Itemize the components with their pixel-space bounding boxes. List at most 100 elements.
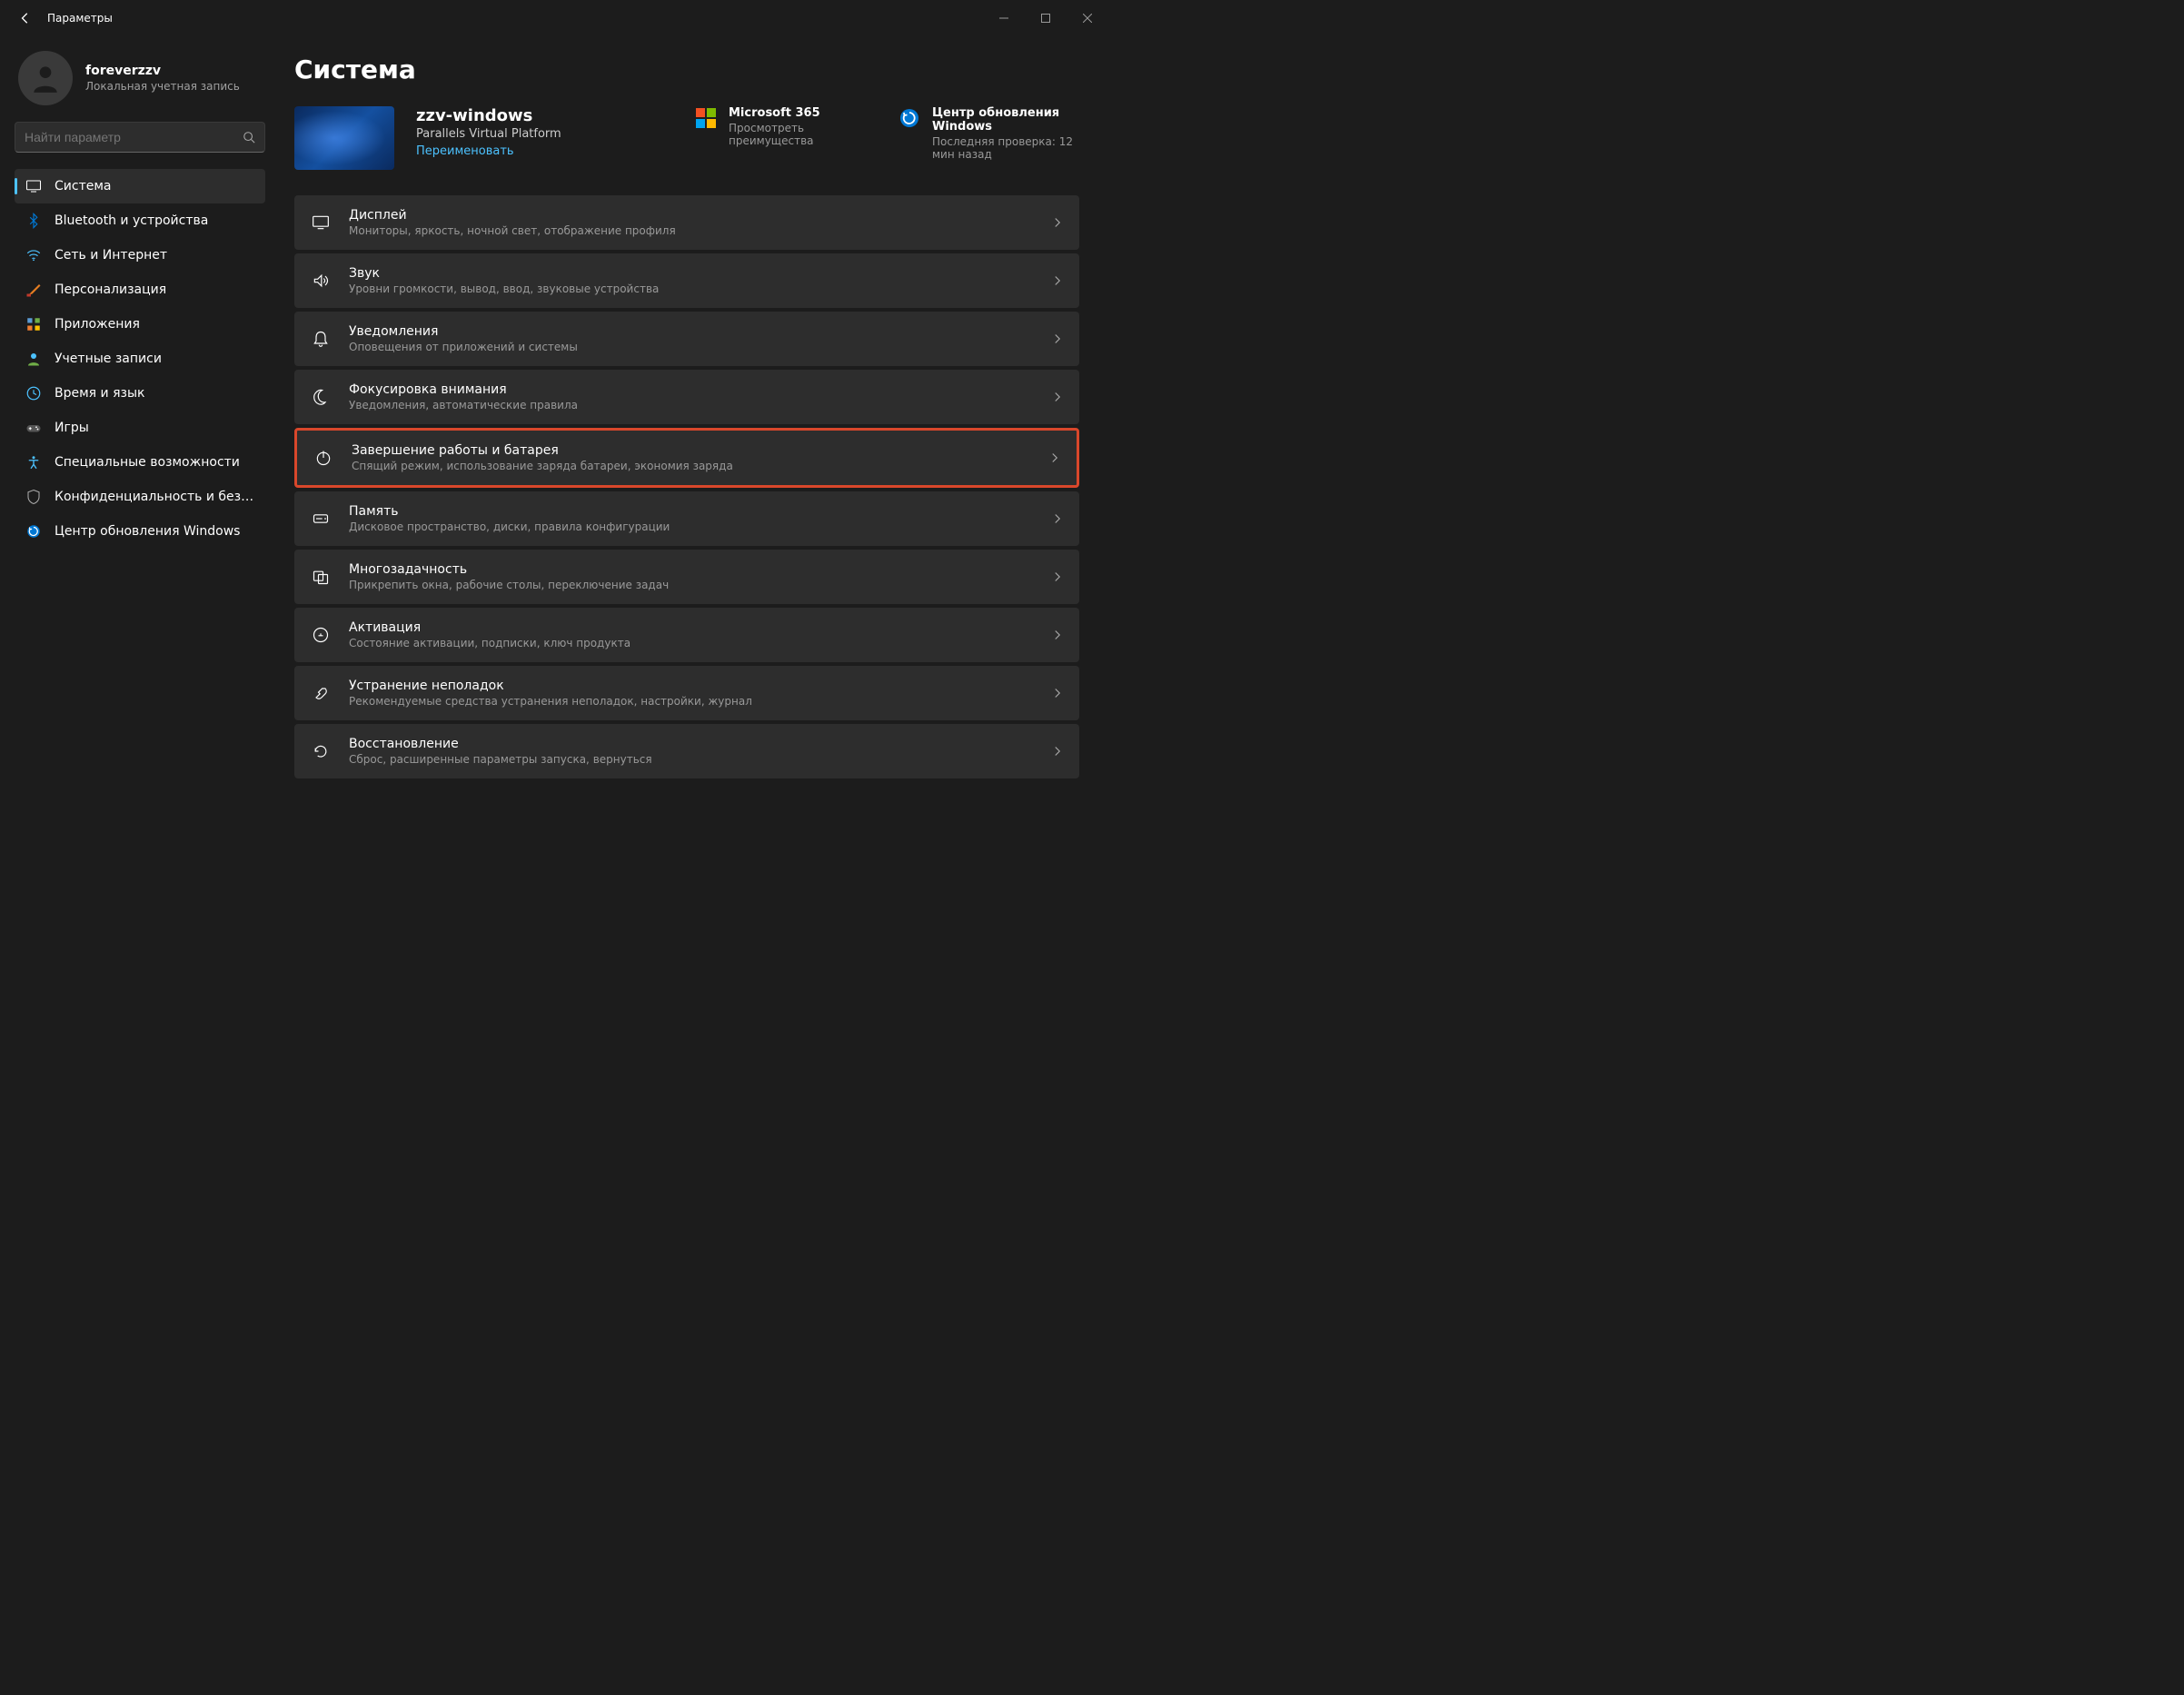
chevron-right-icon — [1052, 275, 1063, 286]
setting-subtitle: Оповещения от приложений и системы — [349, 341, 1034, 353]
nav-list: Система Bluetooth и устройстваСеть и Инте… — [15, 169, 265, 549]
nav-item-label: Персонализация — [55, 282, 166, 297]
wu-sub: Последняя проверка: 12 мин назад — [932, 135, 1079, 161]
search-input[interactable] — [25, 130, 243, 144]
profile-subtitle: Локальная учетная запись — [85, 80, 240, 93]
key-icon — [311, 625, 331, 645]
device-info-row: zzv-windows Parallels Virtual Platform П… — [294, 106, 1079, 170]
setting-title: Память — [349, 504, 1034, 519]
maximize-button[interactable] — [1025, 4, 1067, 33]
setting-title: Завершение работы и батарея — [352, 443, 1031, 458]
profile-block[interactable]: foreverzzv Локальная учетная запись — [15, 45, 265, 122]
search-box[interactable] — [15, 122, 265, 153]
nav-item-label: Конфиденциальность и безопасность — [55, 490, 254, 504]
device-platform: Parallels Virtual Platform — [416, 127, 561, 141]
setting-row-storage[interactable]: Память Дисковое пространство, диски, пра… — [294, 491, 1079, 546]
nav-item-person[interactable]: Учетные записи — [15, 342, 265, 376]
wifi-icon — [25, 247, 42, 263]
update-icon — [898, 106, 921, 130]
clock-icon — [25, 385, 42, 401]
chevron-right-icon — [1052, 217, 1063, 228]
accessibility-icon — [25, 454, 42, 471]
search-icon — [243, 131, 255, 144]
setting-row-display[interactable]: Дисплей Мониторы, яркость, ночной свет, … — [294, 195, 1079, 250]
setting-title: Звук — [349, 266, 1034, 281]
minimize-button[interactable] — [983, 4, 1025, 33]
settings-list: Дисплей Мониторы, яркость, ночной свет, … — [294, 195, 1079, 778]
setting-subtitle: Уровни громкости, вывод, ввод, звуковые … — [349, 282, 1034, 295]
nav-item-label: Система — [55, 179, 111, 193]
back-button[interactable] — [7, 0, 44, 36]
power-icon — [313, 448, 333, 468]
chevron-right-icon — [1052, 571, 1063, 582]
setting-row-moon[interactable]: Фокусировка внимания Уведомления, автома… — [294, 370, 1079, 424]
nav-item-update[interactable]: Центр обновления Windows — [15, 514, 265, 549]
sidebar: foreverzzv Локальная учетная запись Сист… — [0, 36, 273, 866]
nav-item-game[interactable]: Игры — [15, 411, 265, 445]
setting-subtitle: Рекомендуемые средства устранения непола… — [349, 695, 1034, 708]
setting-row-wrench[interactable]: Устранение неполадок Рекомендуемые средс… — [294, 666, 1079, 720]
setting-subtitle: Сброс, расширенные параметры запуска, ве… — [349, 753, 1034, 766]
windows-update-card[interactable]: Центр обновления Windows Последняя прове… — [898, 106, 1079, 161]
setting-title: Восстановление — [349, 737, 1034, 751]
ms-logo-icon — [694, 106, 718, 130]
setting-title: Устранение неполадок — [349, 679, 1034, 693]
nav-item-apps[interactable]: Приложения — [15, 307, 265, 342]
device-thumbnail[interactable] — [294, 106, 394, 170]
moon-icon — [311, 387, 331, 407]
sound-icon — [311, 271, 331, 291]
device-info: zzv-windows Parallels Virtual Platform П… — [416, 106, 561, 158]
nav-item-label: Учетные записи — [55, 352, 162, 366]
setting-title: Активация — [349, 620, 1034, 635]
chevron-right-icon — [1052, 333, 1063, 344]
setting-row-multitask[interactable]: Многозадачность Прикрепить окна, рабочие… — [294, 550, 1079, 604]
chevron-right-icon — [1052, 629, 1063, 640]
setting-title: Фокусировка внимания — [349, 382, 1034, 397]
nav-item-label: Центр обновления Windows — [55, 524, 240, 539]
setting-subtitle: Прикрепить окна, рабочие столы, переключ… — [349, 579, 1034, 591]
ms365-card[interactable]: Microsoft 365 Просмотреть преимущества — [694, 106, 876, 147]
setting-row-bell[interactable]: Уведомления Оповещения от приложений и с… — [294, 312, 1079, 366]
nav-item-clock[interactable]: Время и язык — [15, 376, 265, 411]
chevron-right-icon — [1052, 688, 1063, 699]
storage-icon — [311, 509, 331, 529]
setting-subtitle: Спящий режим, использование заряда батар… — [352, 460, 1031, 472]
setting-title: Дисплей — [349, 208, 1034, 223]
setting-subtitle: Уведомления, автоматические правила — [349, 399, 1034, 411]
setting-title: Многозадачность — [349, 562, 1034, 577]
window-title: Параметры — [47, 12, 113, 25]
bell-icon — [311, 329, 331, 349]
window-controls — [983, 4, 1108, 33]
nav-item-label: Приложения — [55, 317, 140, 332]
apps-icon — [25, 316, 42, 332]
game-icon — [25, 420, 42, 436]
display-icon — [311, 213, 331, 233]
device-rename-link[interactable]: Переименовать — [416, 144, 561, 158]
nav-item-label: Специальные возможности — [55, 455, 240, 470]
bluetooth-icon — [25, 213, 42, 229]
nav-item-wifi[interactable]: Сеть и Интернет — [15, 238, 265, 273]
nav-item-display[interactable]: Система — [15, 169, 265, 203]
ms365-sub: Просмотреть преимущества — [729, 122, 876, 147]
wrench-icon — [311, 683, 331, 703]
setting-subtitle: Мониторы, яркость, ночной свет, отображе… — [349, 224, 1034, 237]
nav-item-accessibility[interactable]: Специальные возможности — [15, 445, 265, 480]
close-button[interactable] — [1067, 4, 1108, 33]
setting-row-key[interactable]: Активация Состояние активации, подписки,… — [294, 608, 1079, 662]
update-icon — [25, 523, 42, 540]
titlebar: Параметры — [0, 0, 1116, 36]
ms365-title: Microsoft 365 — [729, 106, 876, 120]
nav-item-shield[interactable]: Конфиденциальность и безопасность — [15, 480, 265, 514]
setting-row-recover[interactable]: Восстановление Сброс, расширенные параме… — [294, 724, 1079, 778]
nav-item-brush[interactable]: Персонализация — [15, 273, 265, 307]
nav-item-bluetooth[interactable]: Bluetooth и устройства — [15, 203, 265, 238]
shield-icon — [25, 489, 42, 505]
brush-icon — [25, 282, 42, 298]
chevron-right-icon — [1049, 452, 1060, 463]
nav-item-label: Игры — [55, 421, 89, 435]
setting-row-power[interactable]: Завершение работы и батарея Спящий режим… — [294, 428, 1079, 488]
content-area: Система zzv-windows Parallels Virtual Pl… — [273, 36, 1116, 866]
setting-row-sound[interactable]: Звук Уровни громкости, вывод, ввод, звук… — [294, 253, 1079, 308]
chevron-right-icon — [1052, 392, 1063, 402]
page-title: Система — [294, 55, 1079, 84]
